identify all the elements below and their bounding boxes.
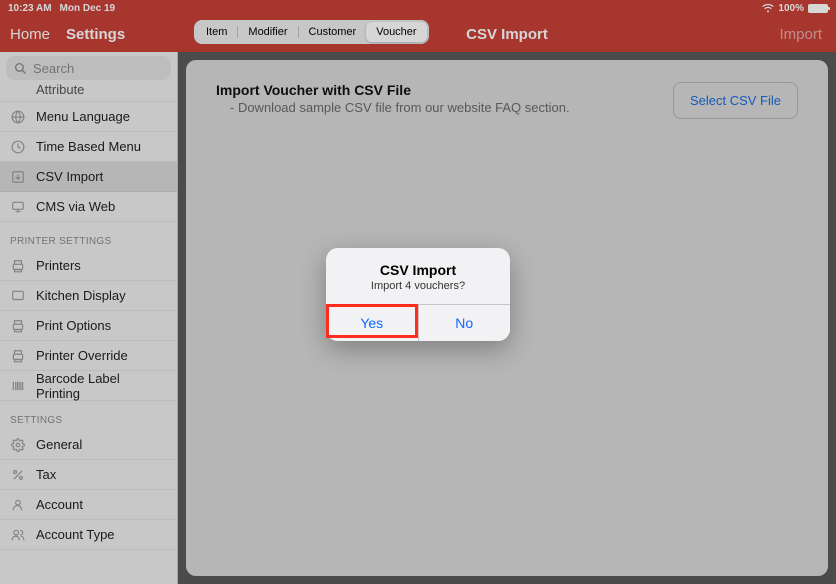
- percent-icon: [10, 468, 26, 482]
- import-subtext: - Download sample CSV file from our webs…: [216, 100, 570, 115]
- monitor-icon: [10, 200, 26, 214]
- clock-icon: [10, 140, 26, 154]
- search-input[interactable]: Search: [6, 56, 171, 80]
- segment-modifier[interactable]: Modifier: [238, 22, 297, 42]
- battery-icon: [808, 4, 828, 13]
- nav-home[interactable]: Home: [10, 26, 50, 43]
- printer-icon: [10, 319, 26, 333]
- page-title: CSV Import: [466, 26, 548, 43]
- sidebar-item-general[interactable]: General: [0, 430, 177, 460]
- section-header-printer: PRINTER SETTINGS: [0, 222, 177, 251]
- status-time: 10:23 AM: [8, 3, 52, 14]
- segmented-control: Item Modifier Customer Voucher: [194, 20, 429, 44]
- globe-icon: [10, 110, 26, 124]
- sidebar-item-csv-import[interactable]: CSV Import: [0, 162, 177, 192]
- status-date: Mon Dec 19: [60, 3, 116, 14]
- import-action[interactable]: Import: [779, 26, 822, 43]
- user-icon: [10, 498, 26, 512]
- dialog-no-button[interactable]: No: [418, 305, 511, 341]
- sidebar-item-kitchen-display[interactable]: Kitchen Display: [0, 281, 177, 311]
- sidebar-item-barcode-label[interactable]: Barcode Label Printing: [0, 371, 177, 401]
- display-icon: [10, 289, 26, 303]
- gear-icon: [10, 438, 26, 452]
- dialog-message: Import 4 vouchers?: [338, 280, 498, 292]
- sidebar-item-account-type[interactable]: Account Type: [0, 520, 177, 550]
- segment-customer[interactable]: Customer: [299, 22, 367, 42]
- sidebar-item-tax[interactable]: Tax: [0, 460, 177, 490]
- section-header-settings: SETTINGS: [0, 401, 177, 430]
- sidebar: Search Attribute Menu Language Time Base…: [0, 52, 178, 584]
- sidebar-item-menu-language[interactable]: Menu Language: [0, 102, 177, 132]
- printer-icon: [10, 349, 26, 363]
- sidebar-item-account[interactable]: Account: [0, 490, 177, 520]
- printer-icon: [10, 259, 26, 273]
- wifi-icon: [762, 4, 774, 13]
- nav-settings[interactable]: Settings: [66, 26, 125, 43]
- dialog-title: CSV Import: [338, 262, 498, 278]
- import-heading: Import Voucher with CSV File: [216, 82, 570, 98]
- sidebar-item-time-based[interactable]: Time Based Menu: [0, 132, 177, 162]
- confirm-dialog: CSV Import Import 4 vouchers? Yes No: [326, 248, 510, 341]
- users-icon: [10, 528, 26, 542]
- dialog-yes-button[interactable]: Yes: [326, 305, 418, 341]
- sidebar-item-print-options[interactable]: Print Options: [0, 311, 177, 341]
- import-icon: [10, 170, 26, 184]
- sidebar-item-attribute[interactable]: Attribute: [0, 84, 177, 102]
- barcode-icon: [10, 379, 26, 393]
- top-nav-bar: Home Settings Item Modifier Customer Vou…: [0, 16, 836, 52]
- segment-voucher[interactable]: Voucher: [366, 22, 426, 42]
- sidebar-item-printers[interactable]: Printers: [0, 251, 177, 281]
- status-bar: 10:23 AM Mon Dec 19 100%: [0, 0, 836, 16]
- search-placeholder: Search: [33, 61, 74, 76]
- select-csv-button[interactable]: Select CSV File: [673, 82, 798, 119]
- sidebar-item-printer-override[interactable]: Printer Override: [0, 341, 177, 371]
- segment-item[interactable]: Item: [196, 22, 237, 42]
- battery-percent: 100%: [778, 3, 804, 14]
- sidebar-item-cms-web[interactable]: CMS via Web: [0, 192, 177, 222]
